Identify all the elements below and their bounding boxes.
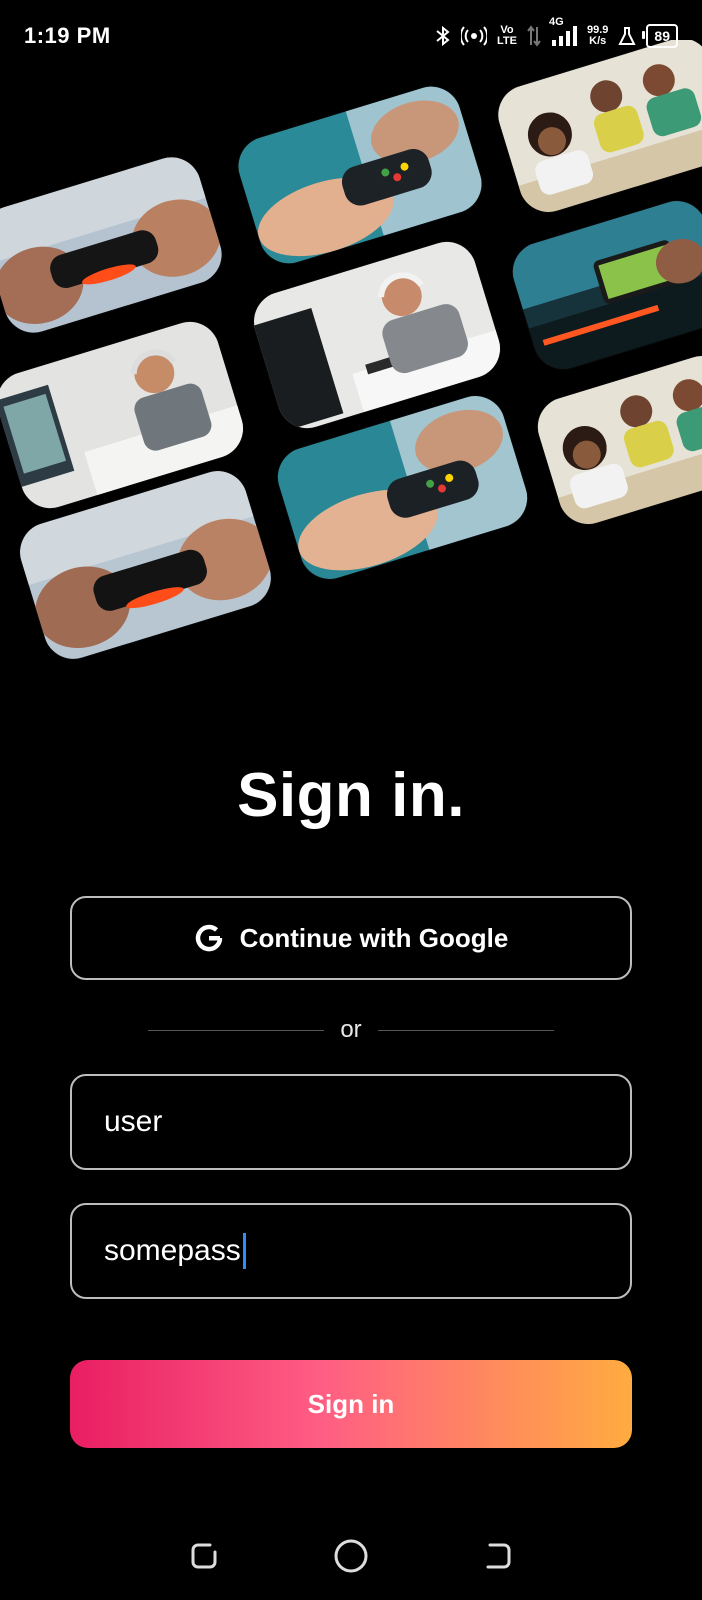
hero-collage: [0, 40, 702, 660]
username-field[interactable]: user: [70, 1074, 632, 1170]
volte-icon: Vo LTE: [497, 25, 517, 47]
collage-image-family-boardgame-2: [530, 348, 702, 532]
flask-icon: [618, 26, 637, 46]
sign-in-button[interactable]: Sign in: [70, 1360, 632, 1448]
speed-unit: K/s: [589, 35, 607, 47]
divider-line-right: [377, 1029, 554, 1031]
battery-level: 89: [654, 28, 670, 44]
continue-with-google-button[interactable]: Continue with Google: [70, 896, 632, 980]
system-nav-bar: [0, 1520, 702, 1592]
signal-icon: 4G: [549, 17, 577, 47]
back-icon[interactable]: [480, 1538, 516, 1574]
status-time: 1:19 PM: [24, 23, 111, 48]
page-title: Sign in.: [237, 761, 465, 830]
password-value: somepass: [104, 1234, 241, 1267]
collage-image-phone-gaming: [505, 193, 702, 377]
home-icon[interactable]: [333, 1538, 369, 1574]
recents-icon[interactable]: [186, 1538, 222, 1574]
text-cursor: [242, 1233, 246, 1269]
data-arrows-icon: [527, 25, 541, 47]
password-field[interactable]: somepass: [70, 1203, 632, 1299]
network-type: 4G: [549, 16, 564, 28]
divider-line-left: [148, 1029, 325, 1031]
google-icon: [194, 923, 224, 953]
status-icons: Vo LTE 4G 99.9 K/s 89: [435, 17, 678, 48]
status-bar: 1:19 PM Vo LTE 4G 99.9 K/s 89: [0, 0, 702, 72]
volte-bottom-text: LTE: [497, 35, 517, 47]
or-divider: or: [148, 1010, 554, 1050]
google-button-label: Continue with Google: [239, 922, 509, 953]
sign-in-button-label: Sign in: [307, 1388, 395, 1419]
collage-image-controller-closeup: [0, 149, 230, 341]
username-value: user: [104, 1105, 163, 1138]
hotspot-icon: [461, 26, 488, 46]
bluetooth-icon: [435, 25, 451, 47]
divider-text: or: [340, 1016, 362, 1043]
battery-icon: 89: [642, 24, 678, 48]
speed-indicator: 99.9 K/s: [587, 25, 608, 47]
